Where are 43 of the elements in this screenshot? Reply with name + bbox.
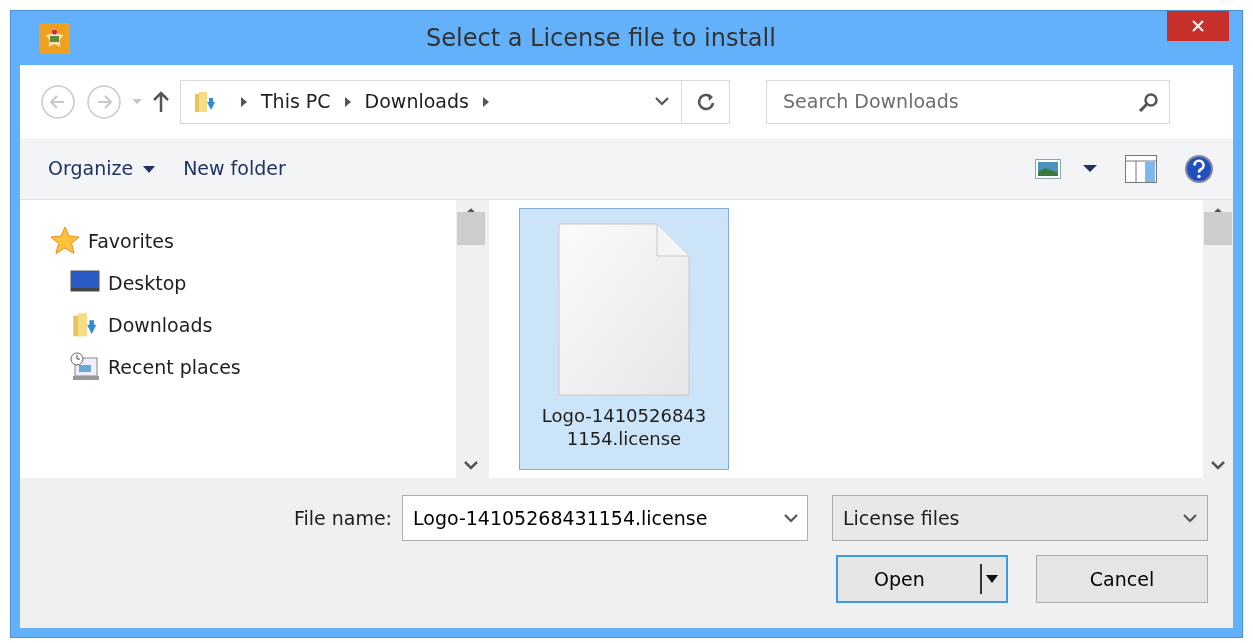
navigation-item[interactable]: Desktop [70, 262, 187, 304]
document-icon [558, 223, 690, 396]
star-icon [50, 226, 80, 256]
file-item[interactable]: Logo-14105268431154.license [519, 208, 729, 470]
recent-places-icon [70, 352, 100, 382]
file-name: Logo-14105268431154.license [540, 404, 708, 451]
navigation-item[interactable]: Favorites [50, 220, 174, 262]
caret-icon [980, 564, 1000, 594]
split-button[interactable]: Open [836, 555, 1008, 603]
file-type-dropdown[interactable]: License files [832, 495, 1208, 541]
navigation-item[interactable]: Downloads [70, 304, 213, 346]
vertical-scrollbar[interactable] [456, 200, 486, 478]
caret-icon [132, 99, 142, 104]
organize-menu-button[interactable]: Organize [48, 150, 156, 187]
scroll-down-icon [1211, 460, 1225, 470]
caret-icon[interactable] [1083, 165, 1097, 172]
vertical-scrollbar[interactable] [1203, 200, 1233, 478]
view-icon[interactable] [1035, 158, 1061, 179]
window-title: Select a License file to install [425, 23, 777, 54]
scrollbar-thumb[interactable] [457, 212, 485, 245]
breadcrumb-item[interactable]: Downloads [364, 87, 469, 116]
dialog-button[interactable]: Cancel [1036, 555, 1208, 603]
close-button[interactable] [1167, 11, 1229, 41]
toolbar-button[interactable]: New folder [183, 150, 286, 187]
caret-icon [143, 166, 156, 174]
scroll-down-icon [464, 460, 478, 470]
chevron-icon [482, 96, 489, 107]
help-icon[interactable] [1185, 154, 1213, 183]
field-label: File name: [293, 505, 392, 531]
up-arrow-icon[interactable] [152, 89, 170, 114]
search-icon [1138, 91, 1158, 112]
refresh-icon [695, 92, 716, 112]
search-field[interactable]: Search Downloads [766, 79, 1170, 124]
close-icon [1191, 19, 1205, 33]
chevron-icon [241, 96, 247, 107]
preview-pane-icon[interactable] [1125, 154, 1157, 183]
breadcrumb-item[interactable]: This PC [261, 87, 331, 116]
app-icon [39, 22, 70, 54]
chevron-icon [344, 96, 351, 107]
folder-download-icon [193, 89, 217, 114]
scrollbar-thumb[interactable] [1204, 212, 1232, 245]
navigation-item[interactable]: Recent places [70, 346, 241, 388]
file-name-field[interactable]: Logo-14105268431154.license [402, 495, 808, 541]
